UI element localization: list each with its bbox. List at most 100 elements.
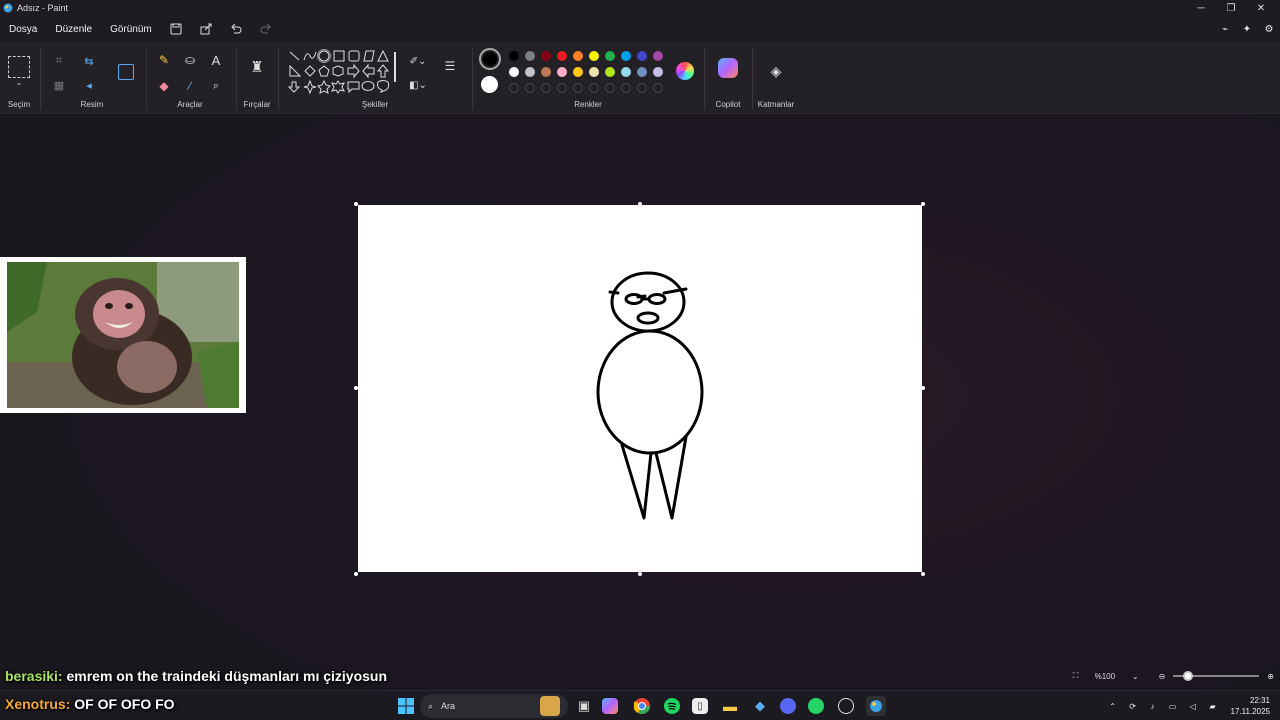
close-button[interactable]: ✕	[1246, 0, 1276, 16]
canvas-resize-handle[interactable]	[638, 572, 642, 576]
rotate-icon[interactable]: ◂	[78, 78, 100, 92]
custom-color-slot[interactable]	[525, 83, 535, 93]
color-swatch[interactable]	[509, 51, 519, 61]
resize-icon[interactable]: ⇆	[78, 54, 100, 68]
copilot-taskbar-icon[interactable]	[602, 698, 618, 714]
undo-icon[interactable]	[229, 22, 243, 36]
chevron-up-icon[interactable]: ⌃	[1103, 702, 1123, 711]
edit-colors-icon[interactable]	[676, 62, 694, 80]
color-swatch[interactable]	[589, 51, 599, 61]
notes-app-icon[interactable]: ▯	[692, 698, 708, 714]
canvas-resize-handle[interactable]	[921, 386, 925, 390]
zoom-in-icon[interactable]: ⊕	[1267, 672, 1274, 681]
zoom-out-icon[interactable]: ⊖	[1159, 672, 1166, 681]
chrome-icon[interactable]	[632, 696, 652, 716]
color-swatch[interactable]	[653, 67, 663, 77]
fit-to-window-icon[interactable]: ⛶	[1065, 671, 1087, 681]
color-swatch[interactable]	[637, 51, 647, 61]
volume-icon[interactable]: ◁	[1183, 702, 1203, 711]
fill-icon[interactable]: ◧⌄	[406, 78, 430, 92]
selection-chevron-down-icon[interactable]: ⌄	[12, 78, 26, 87]
custom-color-slot[interactable]	[509, 83, 519, 93]
custom-color-slot[interactable]	[541, 83, 551, 93]
color-swatch[interactable]	[589, 67, 599, 77]
custom-color-slot[interactable]	[605, 83, 615, 93]
custom-color-slot[interactable]	[653, 83, 663, 93]
color-swatch[interactable]	[653, 51, 663, 61]
spotify-icon[interactable]	[662, 696, 682, 716]
discord-icon[interactable]	[780, 698, 796, 714]
color-swatch[interactable]	[605, 67, 615, 77]
copilot-icon[interactable]	[718, 58, 738, 78]
zoom-slider[interactable]	[1173, 671, 1260, 681]
battery-icon[interactable]: ▰	[1203, 702, 1223, 711]
image-grid-icon[interactable]: ▦	[52, 78, 66, 92]
color-swatch[interactable]	[557, 67, 567, 77]
layers-icon[interactable]: ◈	[766, 62, 786, 80]
custom-color-slot[interactable]	[573, 83, 583, 93]
search-highlight-icon[interactable]	[540, 696, 560, 716]
whatsapp-icon[interactable]	[808, 698, 824, 714]
color-swatch[interactable]	[541, 67, 551, 77]
image-adjust-icon[interactable]	[118, 64, 134, 80]
canvas-resize-handle[interactable]	[354, 202, 358, 206]
canvas-resize-handle[interactable]	[638, 202, 642, 206]
restore-button[interactable]: ❐	[1216, 0, 1246, 16]
task-view-icon[interactable]: ▣	[574, 696, 594, 716]
shapes-gallery-icon[interactable]	[286, 48, 396, 100]
file-explorer-icon[interactable]: ▬	[720, 696, 740, 716]
color-swatch[interactable]	[621, 67, 631, 77]
custom-color-slot[interactable]	[637, 83, 647, 93]
pencil-icon[interactable]: ✎	[156, 52, 172, 68]
browser-app-icon[interactable]	[838, 698, 854, 714]
redo-icon[interactable]	[259, 22, 273, 36]
settings-gear-icon[interactable]: ⚙	[1258, 24, 1280, 35]
zoom-dropdown[interactable]: %100 ⌄	[1087, 667, 1147, 685]
outline-icon[interactable]: ✐⌄	[406, 54, 430, 68]
microphone-icon[interactable]: ♪	[1143, 702, 1163, 711]
menu-file[interactable]: Dosya	[0, 24, 46, 35]
color-swatch[interactable]	[573, 67, 583, 77]
save-icon[interactable]	[169, 22, 183, 36]
paint-taskbar-icon[interactable]	[866, 696, 886, 716]
color-swatch[interactable]	[637, 67, 647, 77]
canvas-resize-handle[interactable]	[921, 202, 925, 206]
custom-color-slot[interactable]	[557, 83, 567, 93]
magnifier-icon[interactable]: ⌕	[208, 78, 224, 94]
zoom-slider-knob[interactable]	[1183, 671, 1194, 681]
eraser-icon[interactable]: ◆	[156, 78, 172, 94]
share-icon[interactable]	[199, 22, 213, 36]
selection-rect-icon[interactable]	[8, 56, 30, 78]
sync-icon[interactable]: ⟳	[1123, 702, 1143, 711]
minimize-button[interactable]: ─	[1186, 0, 1216, 16]
color-swatch[interactable]	[541, 51, 551, 61]
custom-color-slot[interactable]	[589, 83, 599, 93]
crop-icon[interactable]: ⌗	[52, 54, 66, 68]
color-swatch[interactable]	[573, 51, 583, 61]
custom-color-slot[interactable]	[621, 83, 631, 93]
shapes-scroll-bar[interactable]	[394, 52, 396, 82]
line-width-icon[interactable]: ☰	[440, 58, 460, 74]
color-swatch[interactable]	[557, 51, 567, 61]
canvas-resize-handle[interactable]	[354, 572, 358, 576]
color-swatch[interactable]	[525, 51, 535, 61]
taskbar-clock[interactable]: 22:31 17.11.2025	[1231, 695, 1270, 717]
drawing-canvas[interactable]	[358, 205, 922, 572]
primary-color-button[interactable]	[479, 48, 501, 70]
fill-bucket-icon[interactable]: ⛀	[182, 52, 198, 68]
canvas-resize-handle[interactable]	[354, 386, 358, 390]
text-tool-icon[interactable]: A	[208, 52, 224, 68]
feedback-icon[interactable]: ⌁	[1214, 24, 1236, 35]
network-icon[interactable]: ▭	[1163, 702, 1183, 711]
color-swatch[interactable]	[525, 67, 535, 77]
copilot-mini-icon[interactable]: ✦	[1236, 24, 1258, 35]
brush-icon[interactable]: ♜	[248, 56, 266, 78]
start-windows-icon[interactable]	[396, 696, 416, 716]
color-swatch[interactable]	[621, 51, 631, 61]
secondary-color-button[interactable]	[481, 76, 498, 93]
menu-edit[interactable]: Düzenle	[46, 24, 101, 35]
color-picker-icon[interactable]: ⁄	[182, 78, 198, 94]
color-swatch[interactable]	[605, 51, 615, 61]
color-swatch[interactable]	[509, 67, 519, 77]
vpn-app-icon[interactable]: ◆	[750, 696, 770, 716]
